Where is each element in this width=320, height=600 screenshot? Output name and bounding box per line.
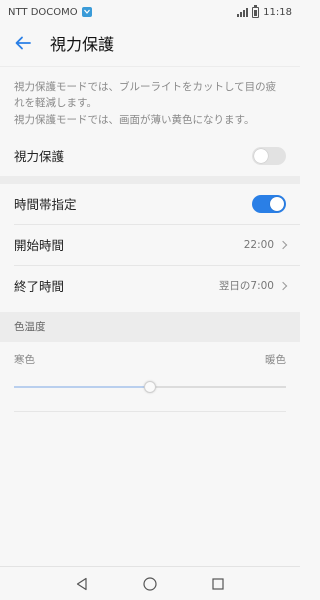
back-triangle-icon <box>76 577 87 590</box>
schedule-label: 時間帯指定 <box>14 197 77 213</box>
eye-protection-row[interactable]: 視力保護 <box>0 135 300 176</box>
description-line-1: 視力保護モードでは、ブルーライトをカットして目の疲れを軽減します。 <box>14 81 277 110</box>
warm-label: 暖色 <box>265 353 286 366</box>
back-button[interactable] <box>10 30 36 56</box>
battery-icon <box>252 4 260 18</box>
end-time-value-wrap: 翌日の7:00 <box>218 278 288 293</box>
schedule-toggle[interactable] <box>252 194 286 213</box>
toggle-knob <box>254 148 268 163</box>
nav-home-button[interactable] <box>140 574 160 594</box>
temperature-labels: 寒色 暖色 <box>0 342 300 367</box>
start-time-label: 開始時間 <box>14 238 65 254</box>
chevron-right-icon <box>278 240 288 250</box>
schedule-row[interactable]: 時間帯指定 <box>0 183 300 224</box>
color-temperature-slider[interactable] <box>14 375 286 399</box>
end-time-row[interactable]: 終了時間 翌日の7:00 <box>0 265 300 306</box>
description-line-2: 視力保護モードでは、画面が薄い黄色になります。 <box>14 113 255 126</box>
start-time-value: 22:00 <box>243 238 274 251</box>
navigation-bar <box>0 566 300 600</box>
end-time-label: 終了時間 <box>14 279 65 295</box>
slider-fill <box>14 385 150 388</box>
end-time-value: 翌日の7:00 <box>218 280 274 293</box>
notification-icon <box>81 7 92 17</box>
start-time-row[interactable]: 開始時間 22:00 <box>0 224 300 265</box>
slider-thumb[interactable] <box>144 380 156 393</box>
eye-protection-toggle[interactable] <box>252 146 286 165</box>
recents-square-icon <box>212 577 224 590</box>
eye-protection-label: 視力保護 <box>14 149 65 165</box>
page-title: 視力保護 <box>50 35 115 54</box>
cool-label: 寒色 <box>14 353 35 366</box>
color-temperature-header: 色温度 <box>0 311 300 342</box>
start-time-value-wrap: 22:00 <box>243 238 288 251</box>
status-bar: NTT DOCOMO 11:18 <box>0 0 300 24</box>
slider-divider <box>14 410 286 412</box>
nav-recents-button[interactable] <box>208 574 228 594</box>
description-text: 視力保護モードでは、ブルーライトをカットして目の疲れを軽減します。 視力保護モー… <box>0 66 300 136</box>
carrier-name: NTT DOCOMO <box>8 6 78 18</box>
signal-icon <box>237 7 249 17</box>
toggle-knob <box>270 196 284 211</box>
home-circle-icon <box>143 576 157 591</box>
back-arrow-icon <box>15 36 31 50</box>
clock: 11:18 <box>263 6 292 18</box>
status-right: 11:18 <box>237 4 292 18</box>
app-bar: 視力保護 <box>0 24 300 62</box>
nav-back-button[interactable] <box>72 574 92 594</box>
chevron-right-icon <box>278 281 288 291</box>
status-left: NTT DOCOMO <box>8 7 237 18</box>
section-divider <box>0 175 300 184</box>
